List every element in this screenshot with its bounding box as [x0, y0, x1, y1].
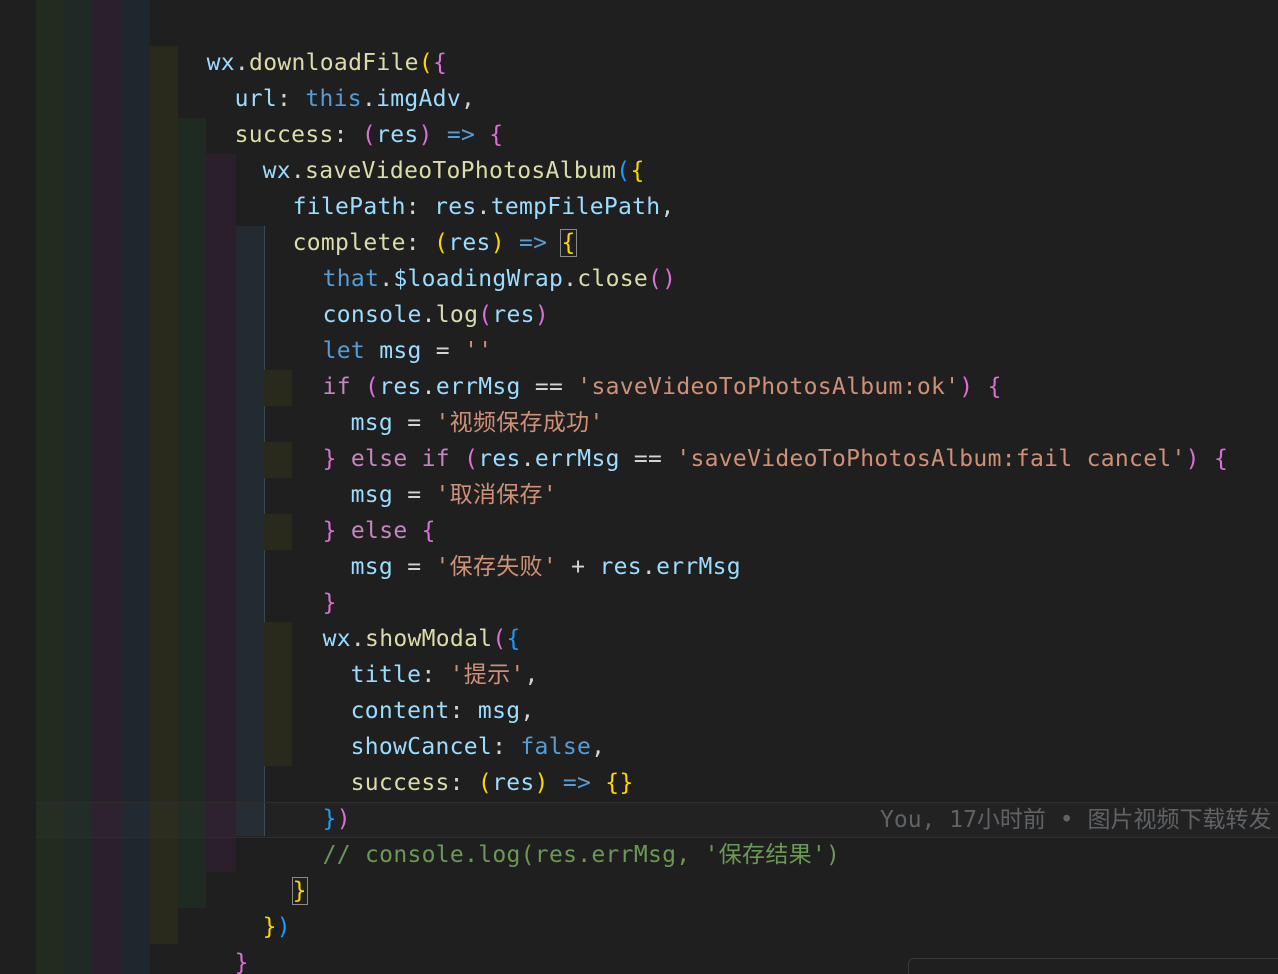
code-line-19[interactable]: content: msg, — [294, 657, 535, 724]
code-line-2[interactable]: url: this.imgAdv, — [178, 45, 475, 112]
indent-guide-7 — [206, 154, 236, 872]
code-line-20[interactable]: showCancel: false, — [294, 693, 605, 760]
indent-guide-8 — [236, 226, 265, 836]
code-line-8[interactable]: console.log(res) — [266, 261, 549, 328]
code-line-6[interactable]: complete: (res) => { — [236, 189, 577, 257]
code-line-17[interactable]: wx.showModal({ — [266, 585, 521, 652]
code-line-1[interactable]: wx.downloadFile({ — [150, 9, 447, 76]
code-line-27[interactable]: }) — [150, 945, 235, 974]
git-blame-annotation: You, 17小时前 • 图片视频下载转发 — [880, 807, 1272, 833]
code-line-11[interactable]: msg = '视频保存成功' — [294, 369, 604, 436]
code-line-7[interactable]: that.$loadingWrap.close() — [266, 225, 676, 292]
code-line-13[interactable]: msg = '取消保存' — [294, 441, 557, 508]
code-line-9[interactable]: let msg = '' — [266, 297, 493, 364]
code-line-10[interactable]: if (res.errMsg == 'saveVideoToPhotosAlbu… — [266, 333, 1002, 400]
code-editor[interactable]: wx.downloadFile({ url: this.imgAdv, succ… — [0, 0, 1278, 974]
code-line-23[interactable]: // console.log(res.errMsg, '保存结果') — [266, 801, 840, 868]
code-line-3[interactable]: success: (res) => { — [178, 81, 504, 148]
code-line-24[interactable]: } — [236, 837, 308, 905]
code-line-26[interactable]: } — [178, 909, 249, 974]
code-line-15[interactable]: msg = '保存失败' + res.errMsg — [294, 513, 741, 580]
code-line-25[interactable]: }) — [206, 873, 291, 940]
code-line-21[interactable]: success: (res) => {} — [294, 729, 634, 796]
code-line-18[interactable]: title: '提示', — [294, 621, 539, 688]
indent-guide-6 — [178, 118, 206, 908]
code-line-16[interactable]: } — [266, 549, 337, 616]
bottom-panel-edge — [908, 958, 1278, 974]
code-line-4[interactable]: wx.saveVideoToPhotosAlbum({ — [206, 117, 645, 184]
code-line-14[interactable]: } else { — [266, 477, 436, 544]
code-line-5[interactable]: filePath: res.tempFilePath, — [236, 153, 675, 220]
code-line-22[interactable]: }) — [266, 765, 351, 832]
code-line-12[interactable]: } else if (res.errMsg == 'saveVideoToPho… — [266, 405, 1228, 472]
